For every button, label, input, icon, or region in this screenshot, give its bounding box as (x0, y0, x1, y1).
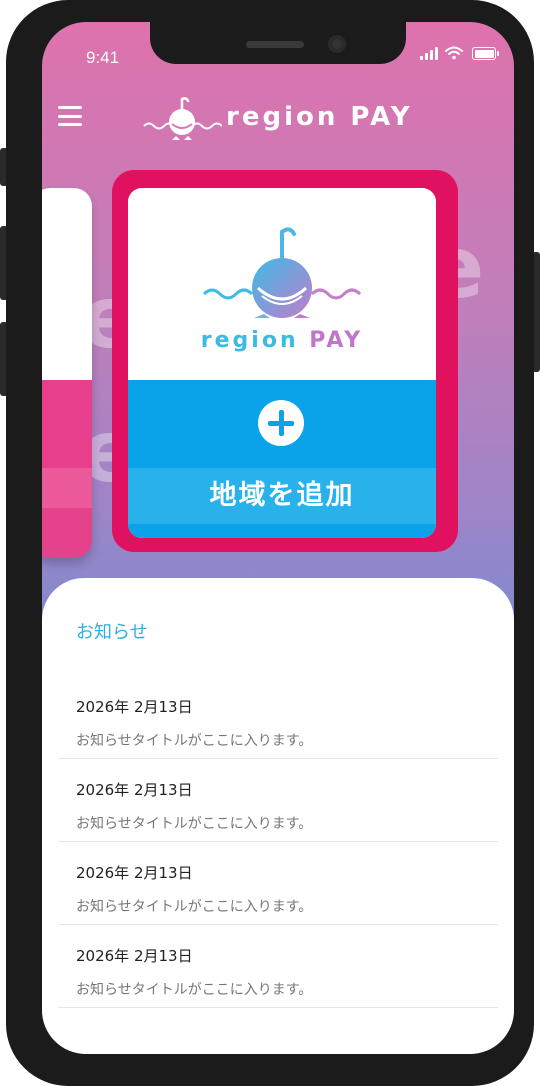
notice-date: 2026年 2月13日 (76, 781, 193, 799)
notice-title: お知らせタイトルがここに入ります。 (76, 982, 313, 998)
app-screen: 9:41 region PAY e e region PAY 地域を追加 お知ら… (42, 22, 514, 1054)
battery-icon (472, 47, 499, 60)
region-card-previous[interactable] (42, 188, 92, 558)
add-region-label: 地域を追加 (209, 480, 355, 511)
notice-title: お知らせタイトルがここに入ります。 (76, 733, 313, 749)
header-logo: region PAY (142, 92, 442, 142)
notice-list: 2026年 2月13日 お知らせタイトルがここに入ります。 2026年 2月13… (58, 678, 498, 1010)
whale-logo-icon (143, 97, 222, 140)
notice-title: お知らせタイトルがここに入ります。 (76, 816, 313, 832)
header-brand-text: region PAY (226, 102, 413, 132)
notice-date: 2026年 2月13日 (76, 698, 193, 716)
signal-icon (420, 46, 438, 60)
notch (150, 22, 406, 64)
notice-item[interactable]: 2026年 2月13日 お知らせタイトルがここに入ります。 (58, 844, 498, 925)
hamburger-menu-icon[interactable] (58, 106, 82, 126)
notice-item[interactable]: 2026年 2月13日 お知らせタイトルがここに入ります。 (58, 678, 498, 759)
whale-logo-icon (202, 227, 362, 318)
add-region-card[interactable]: region PAY 地域を追加 (128, 188, 436, 538)
plus-icon (258, 400, 304, 446)
card-brand-text: region PAY (200, 328, 364, 353)
notice-panel: お知らせ 2026年 2月13日 お知らせタイトルがここに入ります。 2026年… (42, 578, 514, 1054)
notice-item[interactable]: 2026年 2月13日 お知らせタイトルがここに入ります。 (58, 927, 498, 1008)
notice-date: 2026年 2月13日 (76, 864, 193, 882)
phone-frame: 9:41 region PAY e e region PAY 地域を追加 お知ら… (6, 0, 534, 1086)
notice-heading: お知らせ (76, 622, 148, 643)
speaker (246, 41, 304, 48)
status-time: 9:41 (86, 48, 120, 67)
front-camera (328, 35, 346, 53)
add-region-area[interactable]: 地域を追加 (128, 380, 436, 538)
notice-date: 2026年 2月13日 (76, 947, 193, 965)
card-logo-area: region PAY (128, 188, 436, 380)
wifi-icon (445, 46, 463, 60)
status-icons (420, 46, 499, 60)
notice-item[interactable]: 2026年 2月13日 お知らせタイトルがここに入ります。 (58, 761, 498, 842)
notice-title: お知らせタイトルがここに入ります。 (76, 899, 313, 915)
